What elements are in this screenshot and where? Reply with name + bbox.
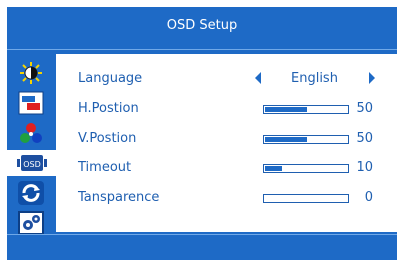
language-value: English: [291, 71, 338, 86]
sidebar-item-brightness[interactable]: [15, 60, 47, 86]
brightness-contrast-icon: [18, 61, 44, 85]
v-position-value: 50: [356, 131, 373, 146]
timeout-fill: [265, 166, 282, 171]
divider-bottom: [7, 234, 397, 235]
sidebar-item-osd[interactable]: OSD: [7, 150, 56, 176]
h-position-label: H.Postion: [78, 101, 139, 116]
arrow-right-icon[interactable]: [369, 72, 375, 84]
sidebar-item-image[interactable]: [15, 90, 47, 116]
timeout-slider[interactable]: [263, 164, 349, 173]
sidebar-item-color[interactable]: [15, 120, 47, 146]
color-wheel-icon: [18, 121, 44, 145]
osd-icon-label: OSD: [23, 160, 41, 169]
language-label: Language: [78, 71, 143, 86]
v-position-slider[interactable]: [263, 135, 349, 144]
h-position-fill: [265, 107, 307, 112]
row-timeout[interactable]: Timeout 10: [56, 159, 397, 179]
row-h-position[interactable]: H.Postion 50: [56, 100, 397, 120]
v-position-fill: [265, 137, 307, 142]
sidebar-item-settings[interactable]: [15, 210, 47, 236]
timeout-label: Timeout: [78, 160, 132, 175]
transparence-label: Tansparence: [78, 190, 160, 205]
transparence-value: 0: [364, 190, 373, 205]
v-position-label: V.Postion: [78, 131, 137, 146]
row-v-position[interactable]: V.Postion 50: [56, 130, 397, 150]
osd-icon: OSD: [16, 155, 47, 171]
image-color-icon: [18, 91, 44, 115]
arrow-left-icon[interactable]: [255, 72, 261, 84]
osd-setup-window: OSD Setup OSD Language English H.Postion…: [7, 7, 397, 260]
row-language[interactable]: Language English: [56, 70, 397, 90]
divider-top: [7, 49, 397, 50]
settings-panel: Language English H.Postion 50 V.Postion …: [56, 54, 397, 232]
settings-gears-icon: [18, 211, 44, 235]
transparence-slider[interactable]: [263, 194, 349, 203]
sidebar-item-reset[interactable]: [15, 180, 47, 206]
reset-cycle-icon: [18, 181, 44, 205]
h-position-value: 50: [356, 101, 373, 116]
h-position-slider[interactable]: [263, 105, 349, 114]
sidebar: OSD: [7, 54, 56, 235]
timeout-value: 10: [356, 160, 373, 175]
window-title: OSD Setup: [166, 17, 238, 33]
row-transparence[interactable]: Tansparence 0: [56, 189, 397, 209]
